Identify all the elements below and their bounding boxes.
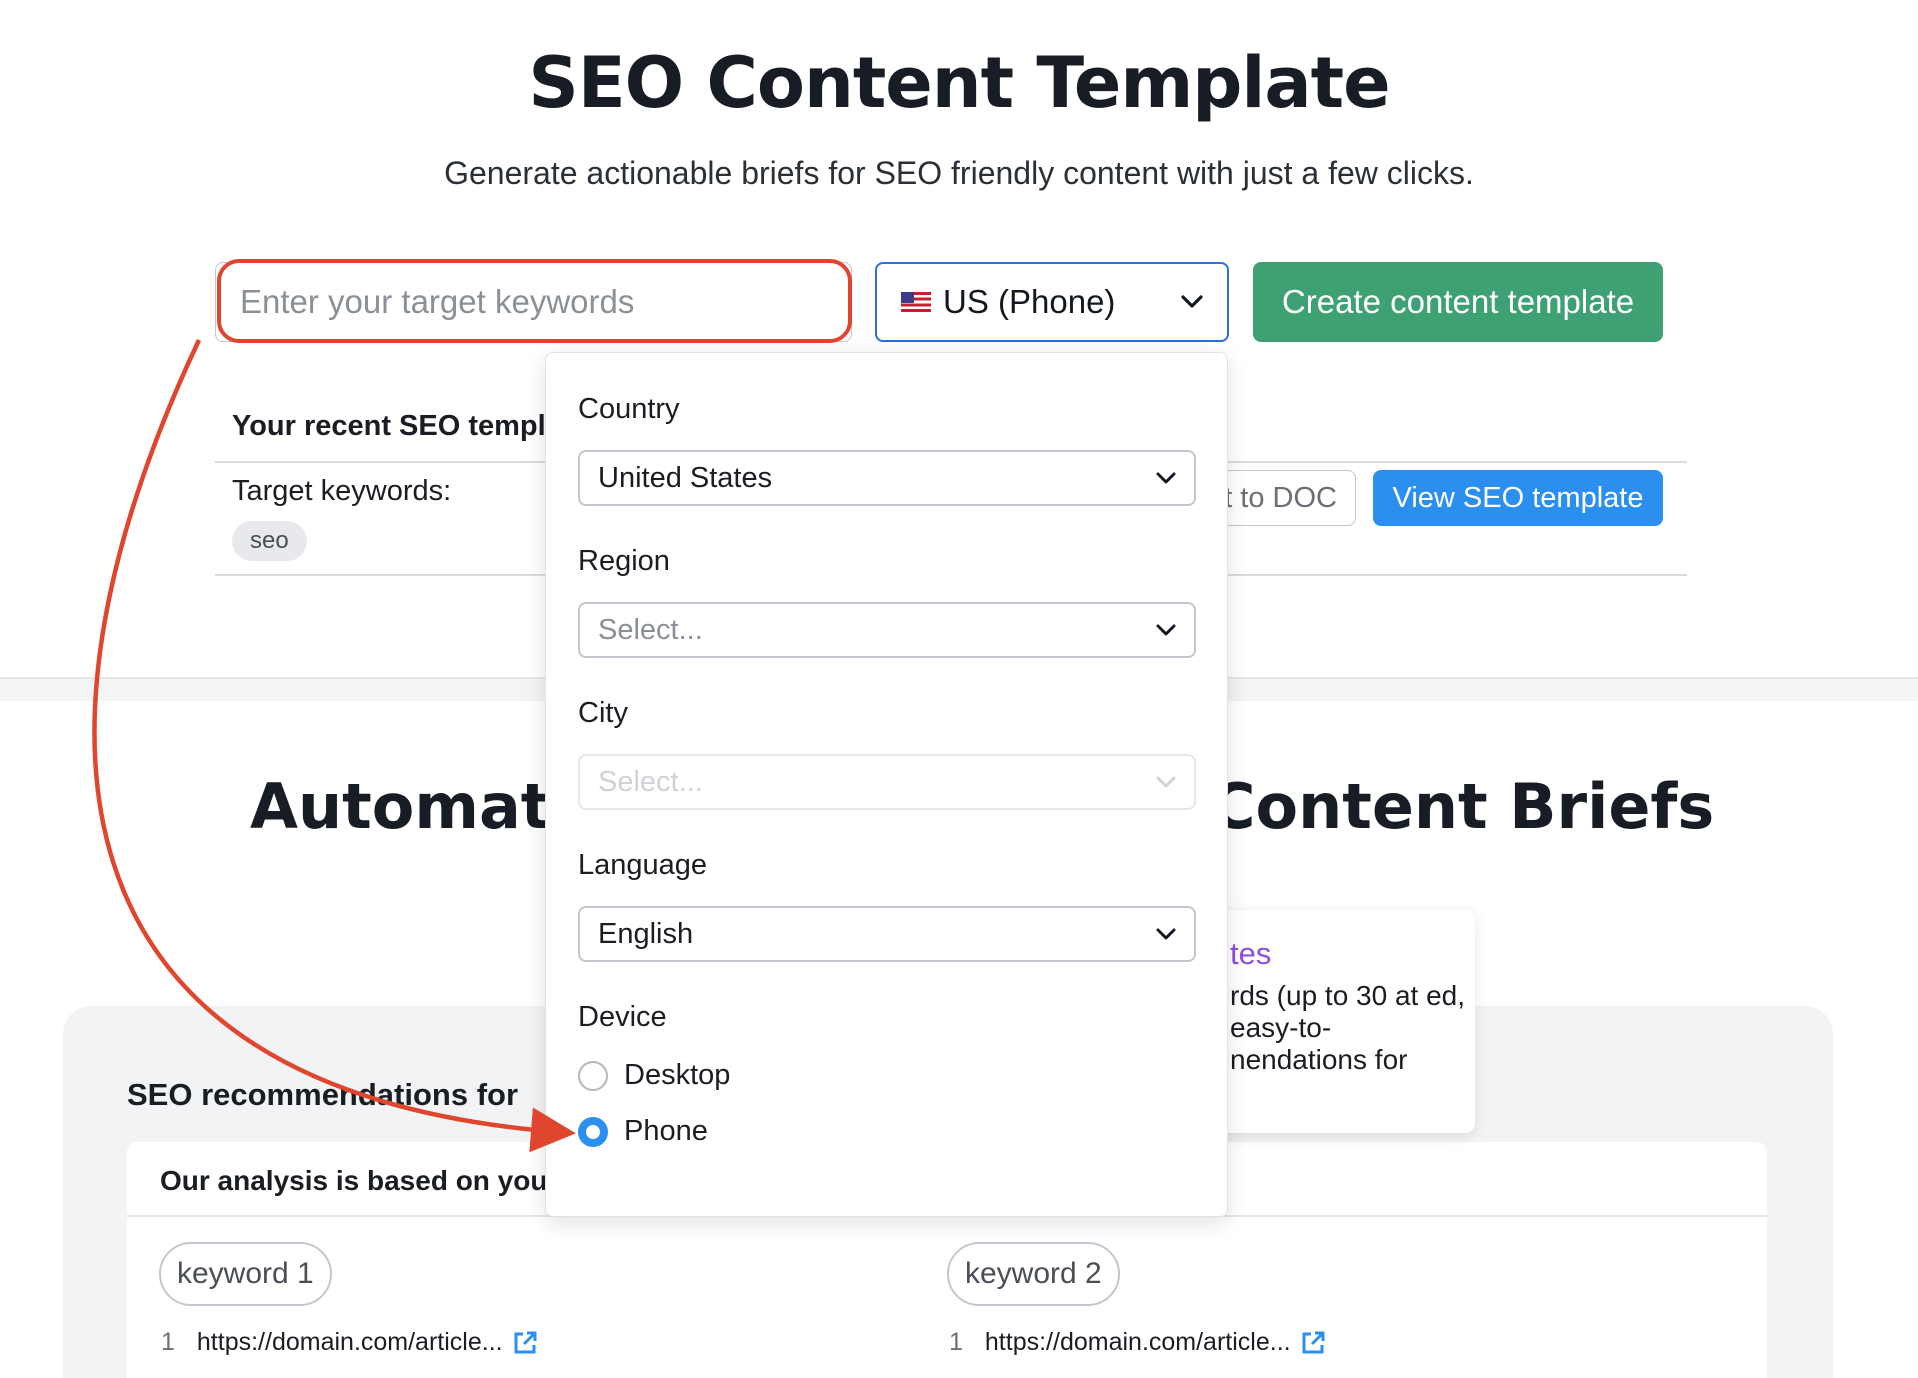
- tooltip-body: rds (up to 30 at ed, easy-to- nendations…: [1230, 980, 1466, 1075]
- chevron-down-icon: [1156, 624, 1176, 635]
- section-title-right: Content Briefs: [1210, 770, 1715, 843]
- keyword-1-chip: keyword 1: [159, 1242, 332, 1306]
- country-label: Country: [578, 393, 680, 425]
- create-content-template-button[interactable]: Create content template: [1253, 262, 1663, 342]
- city-placeholder: Select...: [598, 765, 703, 798]
- keyword-2-chip: keyword 2: [947, 1242, 1120, 1306]
- country-select[interactable]: United States: [578, 450, 1196, 506]
- city-label: City: [578, 697, 628, 729]
- seo-recommendations-heading: SEO recommendations for: [127, 1077, 519, 1112]
- chevron-down-icon: [1156, 928, 1176, 939]
- url-rank: 1: [161, 1328, 175, 1356]
- database-select[interactable]: US (Phone): [875, 262, 1229, 342]
- page-title: SEO Content Template: [528, 42, 1390, 124]
- device-label: Device: [578, 1001, 667, 1033]
- target-keywords-input[interactable]: [215, 262, 852, 342]
- tooltip-heading: tes: [1230, 936, 1272, 971]
- chevron-down-icon: [1181, 295, 1203, 308]
- export-to-doc-label: t to DOC: [1224, 481, 1337, 514]
- language-value: English: [598, 917, 694, 950]
- device-option-phone[interactable]: Phone: [578, 1115, 708, 1148]
- keyword-chip: seo: [232, 521, 307, 561]
- us-flag-icon: [901, 292, 931, 312]
- city-select: Select...: [578, 754, 1196, 810]
- radio-unchecked-icon[interactable]: [578, 1060, 608, 1091]
- url-link[interactable]: https://domain.com/article...: [197, 1328, 503, 1357]
- radio-checked-icon[interactable]: [578, 1116, 608, 1147]
- url-row-2[interactable]: 1 https://domain.com/article...: [949, 1328, 1327, 1357]
- external-link-icon[interactable]: [511, 1329, 539, 1357]
- country-value: United States: [598, 461, 773, 494]
- section-title-left: Automate: [250, 770, 593, 843]
- database-dropdown-popup: Country United States Region Select... C…: [545, 352, 1228, 1217]
- database-select-label: US (Phone): [943, 283, 1116, 320]
- device-option-label: Desktop: [624, 1059, 731, 1091]
- target-keywords-label: Target keywords:: [232, 475, 452, 507]
- language-select[interactable]: English: [578, 906, 1196, 962]
- recent-templates-heading: Your recent SEO templa: [232, 410, 562, 442]
- chevron-down-icon: [1156, 472, 1176, 483]
- region-label: Region: [578, 545, 670, 577]
- language-label: Language: [578, 849, 708, 881]
- analysis-heading: Our analysis is based on you: [160, 1165, 548, 1196]
- url-link[interactable]: https://domain.com/article...: [985, 1328, 1291, 1357]
- url-rank: 1: [949, 1328, 963, 1356]
- device-option-label: Phone: [624, 1115, 708, 1147]
- chevron-down-icon: [1156, 776, 1176, 787]
- url-row-1[interactable]: 1 https://domain.com/article...: [161, 1328, 539, 1357]
- page-subtitle: Generate actionable briefs for SEO frien…: [444, 155, 1474, 191]
- region-placeholder: Select...: [598, 613, 703, 646]
- view-seo-template-button[interactable]: View SEO template: [1373, 470, 1663, 526]
- device-option-desktop[interactable]: Desktop: [578, 1059, 730, 1092]
- region-select[interactable]: Select...: [578, 602, 1196, 658]
- external-link-icon[interactable]: [1299, 1329, 1327, 1357]
